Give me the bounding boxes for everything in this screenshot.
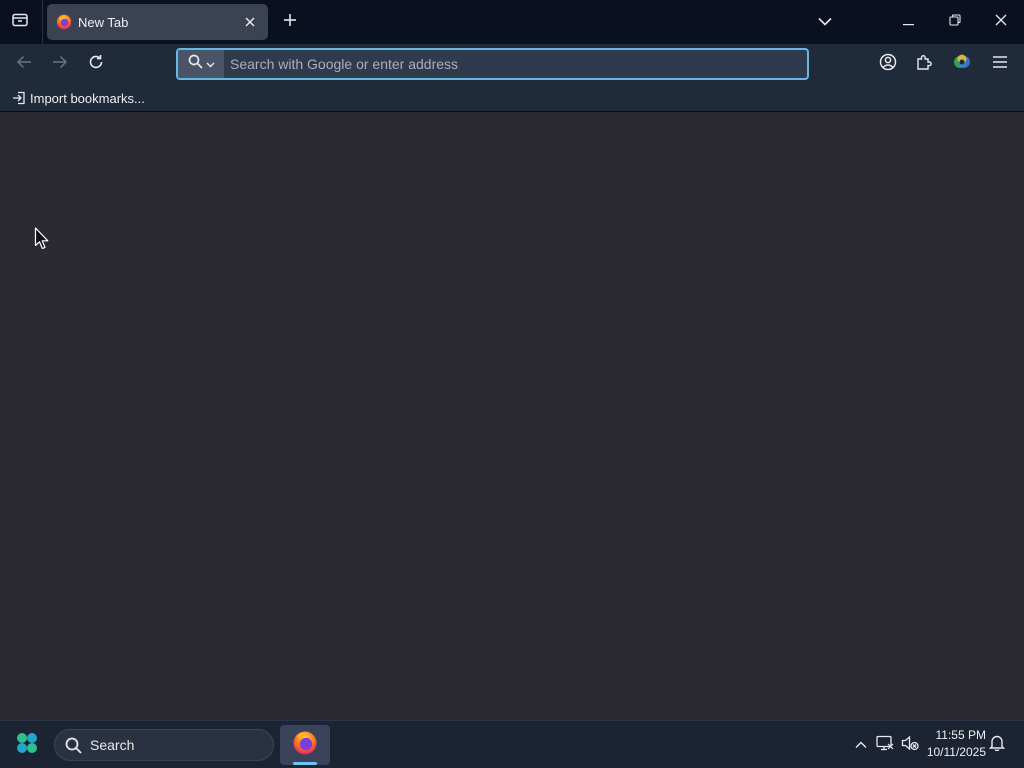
address-bar[interactable] <box>176 48 809 80</box>
tab-separator <box>42 0 43 44</box>
reload-icon <box>88 54 104 75</box>
forward-button[interactable] <box>46 50 74 78</box>
close-tab-button[interactable] <box>240 12 260 32</box>
url-input[interactable] <box>224 50 807 78</box>
network-button[interactable] <box>874 733 896 757</box>
restore-button[interactable] <box>932 0 978 44</box>
start-button[interactable] <box>8 727 46 763</box>
mouse-cursor <box>34 227 50 251</box>
taskbar-search-box[interactable]: Search <box>54 729 274 761</box>
minimize-button[interactable] <box>886 0 932 44</box>
profile-button[interactable] <box>948 50 976 78</box>
bell-icon <box>988 734 1006 756</box>
new-tab-button[interactable] <box>277 9 303 35</box>
account-button[interactable] <box>874 50 902 78</box>
open-menu-button[interactable] <box>986 50 1014 78</box>
bookmarks-toolbar: Import bookmarks... <box>0 84 1024 112</box>
tab-strip: New Tab <box>0 0 1024 44</box>
close-icon <box>245 15 255 30</box>
system-clock[interactable]: 11:55 PM 10/11/2025 <box>920 727 986 761</box>
chevron-down-icon <box>206 55 215 73</box>
firefox-icon <box>292 730 318 761</box>
minimize-icon <box>903 13 915 31</box>
tab-overview-icon <box>11 11 29 34</box>
arrow-left-icon <box>16 55 32 74</box>
profile-icon <box>953 53 971 76</box>
search-icon <box>65 737 82 754</box>
arrow-right-icon <box>52 55 68 74</box>
import-bookmarks-button[interactable]: Import bookmarks... <box>8 87 149 109</box>
volume-muted-icon <box>901 735 919 756</box>
plus-icon <box>283 13 297 32</box>
firefox-icon <box>56 14 72 30</box>
hamburger-menu-icon <box>992 55 1008 74</box>
search-engine-button[interactable] <box>178 50 224 78</box>
page-content[interactable] <box>0 113 1024 720</box>
notifications-button[interactable] <box>986 733 1008 757</box>
windows-start-icon <box>15 731 39 760</box>
tab-new-tab[interactable]: New Tab <box>47 4 268 40</box>
chevron-down-icon <box>818 13 832 31</box>
network-icon <box>876 735 894 756</box>
show-hidden-icons-button[interactable] <box>850 733 872 757</box>
tab-overview-button[interactable] <box>6 8 34 36</box>
reload-button[interactable] <box>82 50 110 78</box>
search-icon <box>188 54 203 74</box>
account-icon <box>879 53 897 76</box>
close-icon <box>995 13 1007 31</box>
taskbar-search-label: Search <box>90 737 135 753</box>
active-app-indicator <box>293 762 317 765</box>
list-all-tabs-button[interactable] <box>812 9 838 35</box>
volume-button[interactable] <box>899 733 921 757</box>
taskbar: Search 11:55 PM 10/11/2025 <box>0 720 1024 768</box>
restore-icon <box>949 13 961 31</box>
puzzle-icon <box>915 53 933 76</box>
tab-title: New Tab <box>78 14 129 30</box>
extensions-button[interactable] <box>910 50 938 78</box>
back-button[interactable] <box>10 50 38 78</box>
import-icon <box>12 91 26 105</box>
navigation-toolbar <box>0 44 1024 84</box>
close-window-button[interactable] <box>978 0 1024 44</box>
clock-date: 10/11/2025 <box>926 745 986 759</box>
clock-time: 11:55 PM <box>935 728 986 742</box>
import-bookmarks-label: Import bookmarks... <box>30 90 145 106</box>
chevron-up-icon <box>855 736 867 754</box>
taskbar-firefox-button[interactable] <box>280 725 330 765</box>
